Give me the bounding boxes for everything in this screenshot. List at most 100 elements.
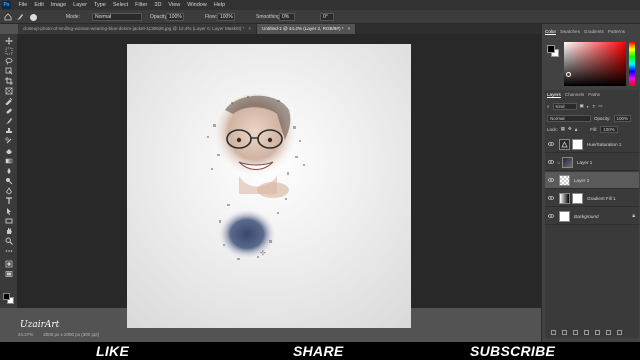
lock-position-icon[interactable]: ✥ (568, 126, 572, 132)
color-picker-cursor[interactable] (566, 72, 571, 77)
visibility-eye-icon[interactable] (547, 214, 555, 218)
tab-layers[interactable]: Layers (547, 92, 561, 98)
brush-tool-icon[interactable] (4, 117, 14, 125)
marquee-tool-icon[interactable] (4, 47, 14, 55)
blend-mode-select[interactable]: Normal (547, 114, 591, 122)
delete-layer-icon[interactable] (617, 330, 622, 335)
layer-mask-thumbnail[interactable] (572, 192, 583, 204)
visibility-eye-icon[interactable] (547, 178, 555, 182)
filter-adjustment-icon[interactable]: ◐ (587, 104, 590, 109)
menu-image[interactable]: Image (47, 0, 69, 10)
rectangle-tool-icon[interactable] (4, 217, 14, 225)
tab-color[interactable]: Color (545, 29, 556, 35)
visibility-eye-icon[interactable] (547, 196, 555, 200)
layers-panel-tabs: Layers Channels Paths (547, 90, 600, 99)
foreground-color-swatch[interactable] (3, 293, 10, 300)
dodge-tool-icon[interactable] (4, 177, 14, 185)
blur-tool-icon[interactable] (4, 167, 14, 175)
lasso-tool-icon[interactable] (4, 57, 14, 65)
layer-name[interactable]: Background (574, 214, 599, 219)
visibility-eye-icon[interactable] (547, 160, 555, 164)
frame-tool-icon[interactable] (4, 87, 14, 95)
foreground-background-color-swatches[interactable] (3, 293, 15, 305)
type-tool-icon[interactable] (4, 197, 14, 205)
menu-filter[interactable]: Filter (132, 0, 151, 10)
home-icon[interactable] (4, 13, 12, 21)
document-canvas[interactable]: ⊹ (127, 44, 411, 328)
tab-untitled-1[interactable]: Untitled-1 @ 44.4% (Layer 2, RGB/8#) * × (257, 24, 357, 34)
zoom-level[interactable]: 44.27% (18, 332, 33, 337)
tab-swatches[interactable]: Swatches (560, 29, 580, 34)
layer-filter-kind-select[interactable]: Kind (552, 102, 577, 110)
filter-pixel-icon[interactable]: ▣ (580, 103, 584, 109)
eyedropper-tool-icon[interactable] (4, 97, 14, 105)
opacity-input[interactable]: 100% (166, 13, 184, 21)
path-selection-tool-icon[interactable] (4, 207, 14, 215)
layer-fill-input[interactable]: 100% (600, 125, 618, 133)
menu-type[interactable]: Type (90, 0, 109, 10)
menu-file[interactable]: File (15, 0, 31, 10)
color-picker-field[interactable] (564, 42, 626, 86)
pen-tool-icon[interactable] (4, 187, 14, 195)
layer-mask-thumbnail[interactable] (572, 138, 583, 150)
clone-stamp-tool-icon[interactable] (4, 127, 14, 135)
object-selection-tool-icon[interactable] (4, 67, 14, 75)
tab-patterns[interactable]: Patterns (608, 29, 625, 34)
menu-3d[interactable]: 3D (151, 0, 165, 10)
tab-paths[interactable]: Paths (588, 92, 600, 97)
gradient-tool-icon[interactable] (4, 157, 14, 165)
smoothing-input[interactable]: 0% (279, 13, 295, 21)
zoom-tool-icon[interactable] (4, 237, 14, 245)
mode-select[interactable]: Normal (92, 13, 142, 21)
layer-row-selected[interactable]: Layer 2 (545, 172, 639, 189)
filter-shape-icon[interactable]: ▭ (598, 103, 602, 109)
brush-tool-icon[interactable] (16, 13, 24, 21)
tab-closeup-photo[interactable]: closeup-photo-of-smiling-woman-wearing-b… (18, 24, 258, 34)
brush-preset-picker[interactable] (30, 13, 37, 21)
layer-name[interactable]: Gradient Fill 1 (587, 196, 616, 201)
menu-layer[interactable]: Layer (70, 0, 91, 10)
move-tool-icon[interactable] (4, 37, 14, 45)
visibility-eye-icon[interactable] (547, 142, 555, 146)
angle-input[interactable]: 0° (320, 13, 334, 21)
color-panel-foreground-swatch[interactable] (547, 45, 555, 53)
fx-icon[interactable] (562, 330, 567, 335)
tab-channels[interactable]: Channels (565, 92, 584, 97)
screen-mode-icon[interactable] (4, 270, 14, 278)
filter-type-icon[interactable]: T (593, 104, 596, 109)
flow-input[interactable]: 100% (217, 13, 235, 21)
eraser-tool-icon[interactable] (4, 147, 14, 155)
layer-row[interactable]: Hue/Saturation 1 (545, 136, 639, 153)
menu-help[interactable]: Help (210, 0, 228, 10)
quick-mask-icon[interactable] (4, 260, 14, 268)
layer-row[interactable]: Gradient Fill 1 (545, 190, 639, 207)
more-tools-icon[interactable] (4, 247, 14, 255)
layer-opacity-input[interactable]: 100% (613, 114, 632, 122)
close-icon[interactable]: × (248, 26, 251, 31)
add-mask-icon[interactable] (573, 330, 578, 335)
history-brush-tool-icon[interactable] (4, 137, 14, 145)
menu-select[interactable]: Select (109, 0, 131, 10)
layer-name[interactable]: Layer 2 (574, 178, 589, 183)
layer-row[interactable]: Background 🔒︎ (545, 208, 639, 225)
new-layer-icon[interactable] (606, 330, 611, 335)
link-layers-icon[interactable] (551, 330, 556, 335)
layer-name[interactable]: Hue/Saturation 1 (587, 142, 621, 147)
tab-gradients[interactable]: Gradients (584, 29, 604, 34)
search-icon: ⌕ (547, 103, 550, 109)
crop-tool-icon[interactable] (4, 77, 14, 85)
layer-name[interactable]: Layer 1 (577, 160, 592, 165)
hand-tool-icon[interactable] (4, 227, 14, 235)
layer-row[interactable]: ↳ Layer 1 (545, 154, 639, 171)
close-icon[interactable]: × (348, 26, 351, 31)
menu-edit[interactable]: Edit (31, 0, 47, 10)
menu-window[interactable]: Window (184, 0, 211, 10)
menu-view[interactable]: View (165, 0, 184, 10)
healing-brush-tool-icon[interactable] (4, 107, 14, 115)
new-group-icon[interactable] (595, 330, 600, 335)
hue-slider[interactable] (629, 42, 635, 86)
new-adjustment-icon[interactable] (584, 330, 589, 335)
canvas-area[interactable]: ⊹ (18, 34, 541, 328)
lock-pixels-icon[interactable]: ▦ (561, 126, 565, 132)
lock-all-icon[interactable]: 🔒︎ (575, 127, 577, 132)
